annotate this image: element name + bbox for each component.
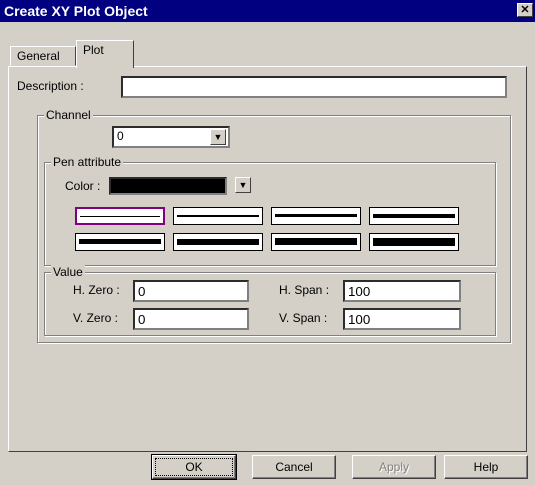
description-input[interactable] bbox=[121, 76, 507, 98]
close-button[interactable]: ✕ bbox=[517, 3, 533, 17]
description-label: Description : bbox=[17, 79, 84, 93]
h-zero-input[interactable] bbox=[133, 280, 249, 302]
apply-button[interactable]: Apply bbox=[352, 455, 436, 479]
pen-style-8[interactable] bbox=[369, 233, 459, 251]
help-button[interactable]: Help bbox=[444, 455, 528, 479]
value-group: Value H. Zero : H. Span : V. Zero : V. S… bbox=[44, 265, 496, 336]
channel-group-title: Channel bbox=[44, 108, 93, 122]
tab-plot[interactable]: Plot bbox=[76, 40, 134, 68]
pen-style-1[interactable] bbox=[75, 207, 165, 225]
v-zero-label: V. Zero : bbox=[73, 311, 118, 325]
title-bar: Create XY Plot Object ✕ bbox=[0, 0, 535, 22]
pen-style-3[interactable] bbox=[271, 207, 361, 225]
h-span-input[interactable] bbox=[343, 280, 461, 302]
v-span-label: V. Span : bbox=[279, 311, 328, 325]
cancel-button[interactable]: Cancel bbox=[252, 455, 336, 479]
v-zero-input[interactable] bbox=[133, 308, 249, 330]
pen-style-7[interactable] bbox=[271, 233, 361, 251]
pen-style-2[interactable] bbox=[173, 207, 263, 225]
pen-style-6[interactable] bbox=[173, 233, 263, 251]
pen-style-4[interactable] bbox=[369, 207, 459, 225]
color-dropdown-arrow-icon[interactable]: ▼ bbox=[235, 177, 251, 193]
pen-attribute-group: Pen attribute Color : ▼ bbox=[44, 155, 496, 266]
channel-select-value: 0 bbox=[117, 129, 124, 143]
window-title: Create XY Plot Object bbox=[4, 3, 148, 19]
value-group-title: Value bbox=[51, 265, 85, 279]
color-label: Color : bbox=[65, 179, 101, 193]
channel-group: Channel 0 ▼ Pen attribute Color : ▼ Valu… bbox=[37, 108, 511, 343]
channel-dropdown-arrow-icon[interactable]: ▼ bbox=[210, 129, 226, 145]
h-zero-label: H. Zero : bbox=[73, 283, 120, 297]
v-span-input[interactable] bbox=[343, 308, 461, 330]
pen-style-5[interactable] bbox=[75, 233, 165, 251]
ok-button-label: OK bbox=[155, 458, 233, 476]
h-span-label: H. Span : bbox=[279, 283, 330, 297]
color-swatch[interactable] bbox=[109, 177, 227, 195]
pen-attribute-title: Pen attribute bbox=[51, 155, 124, 169]
tab-general[interactable]: General bbox=[10, 46, 76, 66]
plot-tab-panel: Description : Channel 0 ▼ Pen attribute … bbox=[8, 66, 527, 452]
ok-button[interactable]: OK bbox=[151, 454, 237, 480]
